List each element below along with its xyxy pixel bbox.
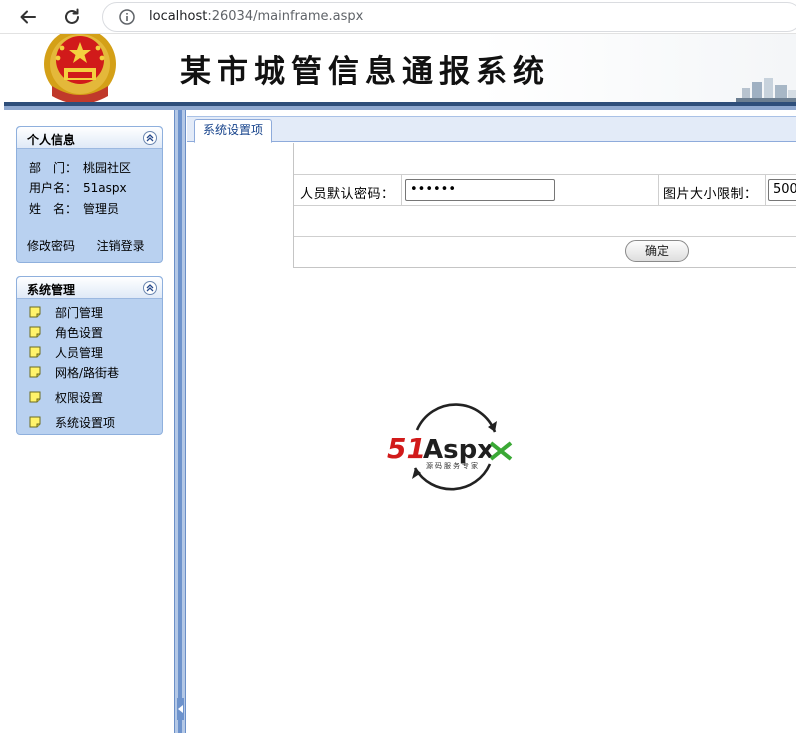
collapse-sidebar-handle[interactable] <box>177 698 184 720</box>
menu-item-permissions[interactable]: 权限设置 <box>29 389 103 405</box>
menu-item-role[interactable]: 角色设置 <box>29 324 103 340</box>
note-icon <box>29 306 41 318</box>
brand-51: 51 <box>387 432 426 465</box>
city-skyline-icon <box>736 78 796 102</box>
note-icon <box>29 416 41 428</box>
back-button[interactable] <box>16 5 40 29</box>
browser-toolbar: localhost:26034/mainframe.aspx <box>0 0 796 34</box>
url-path: :26034/mainframe.aspx <box>207 9 364 24</box>
form-cell-divider <box>658 174 659 205</box>
page-title: 某市城管信息通报系统 <box>180 54 550 90</box>
department-label: 部 门： <box>29 161 78 175</box>
username-row: 用户名： 51aspx <box>29 179 127 196</box>
url-text[interactable]: localhost:26034/mainframe.aspx <box>149 9 363 24</box>
confirm-button[interactable]: 确定 <box>625 240 689 262</box>
form-cell-divider <box>401 174 402 205</box>
system-management-panel: 系统管理 部门管理 角色设置 人员管理 网格/路街巷 权限设置 系统设置项 <box>16 276 163 435</box>
collapse-icon[interactable] <box>143 131 157 145</box>
menu-item-label: 部门管理 <box>55 305 104 320</box>
51aspx-logo: 51 Aspx 源码服务专家 <box>387 403 513 491</box>
form-cell-divider <box>765 174 766 205</box>
menu-item-system-settings[interactable]: 系统设置项 <box>29 414 115 430</box>
info-icon[interactable] <box>119 9 135 25</box>
form-row-divider <box>294 236 796 237</box>
address-bar[interactable]: localhost:26034/mainframe.aspx <box>102 2 796 32</box>
department-row: 部 门： 桃园社区 <box>29 159 131 176</box>
menu-item-department[interactable]: 部门管理 <box>29 304 103 320</box>
url-host: localhost <box>149 9 208 24</box>
note-icon <box>29 326 41 338</box>
sidebar-splitter[interactable] <box>174 110 186 733</box>
form-row-divider <box>294 174 796 175</box>
system-management-title: 系统管理 <box>27 283 76 297</box>
tab-system-settings[interactable]: 系统设置项 <box>194 119 273 143</box>
triangle-left-icon <box>177 705 183 713</box>
default-password-label: 人员默认密码： <box>300 187 395 202</box>
settings-form: 人员默认密码： •••••• 图片大小限制： 500 确定 <box>293 143 796 268</box>
national-emblem-icon <box>44 34 116 102</box>
note-icon <box>29 391 41 403</box>
reload-button[interactable] <box>60 5 84 29</box>
brand-aspx: Aspx <box>423 435 494 465</box>
note-icon <box>29 366 41 378</box>
menu-item-label: 权限设置 <box>55 390 104 405</box>
default-password-input[interactable]: •••••• <box>405 179 555 201</box>
menu-item-personnel[interactable]: 人员管理 <box>29 344 103 360</box>
name-label: 姓 名： <box>29 202 78 216</box>
brand-tagline: 源码服务专家 <box>426 461 480 470</box>
change-password-link[interactable]: 修改密码 <box>27 239 75 253</box>
main-content: 系统设置项 人员默认密码： •••••• 图片大小限制： 500 确定 51 A… <box>187 110 796 733</box>
header-banner: 某市城管信息通报系统 <box>4 34 796 102</box>
account-links: 修改密码 注销登录 <box>27 237 145 254</box>
menu-item-label: 角色设置 <box>55 325 104 340</box>
collapse-icon[interactable] <box>143 281 157 295</box>
menu-item-label: 人员管理 <box>55 345 104 360</box>
username-label: 用户名： <box>29 181 78 195</box>
image-size-limit-input[interactable]: 500 <box>768 179 796 201</box>
form-row-divider <box>294 205 796 206</box>
reload-icon <box>65 8 79 24</box>
name-value: 管理员 <box>83 202 120 216</box>
splitter-bar <box>178 110 182 733</box>
personal-info-header[interactable]: 个人信息 <box>17 127 162 149</box>
note-icon <box>29 346 41 358</box>
back-arrow-icon <box>20 10 36 24</box>
menu-item-label: 网格/路街巷 <box>55 365 120 380</box>
sidebar: 个人信息 部 门： 桃园社区 用户名： 51aspx 姓 名： 管理员 修改密码 注销… <box>4 110 174 733</box>
username-value: 51aspx <box>83 181 127 195</box>
department-value: 桃园社区 <box>83 161 132 175</box>
personal-info-panel: 个人信息 部 门： 桃园社区 用户名： 51aspx 姓 名： 管理员 修改密码 注销… <box>16 126 163 263</box>
logout-link[interactable]: 注销登录 <box>97 239 145 253</box>
name-row: 姓 名： 管理员 <box>29 200 119 217</box>
personal-info-title: 个人信息 <box>27 133 76 147</box>
menu-item-label: 系统设置项 <box>55 415 116 430</box>
image-size-limit-label: 图片大小限制： <box>663 187 758 202</box>
tab-strip: 系统设置项 <box>187 116 796 143</box>
menu-item-grid-street[interactable]: 网格/路街巷 <box>29 364 119 380</box>
system-management-header[interactable]: 系统管理 <box>17 277 162 299</box>
